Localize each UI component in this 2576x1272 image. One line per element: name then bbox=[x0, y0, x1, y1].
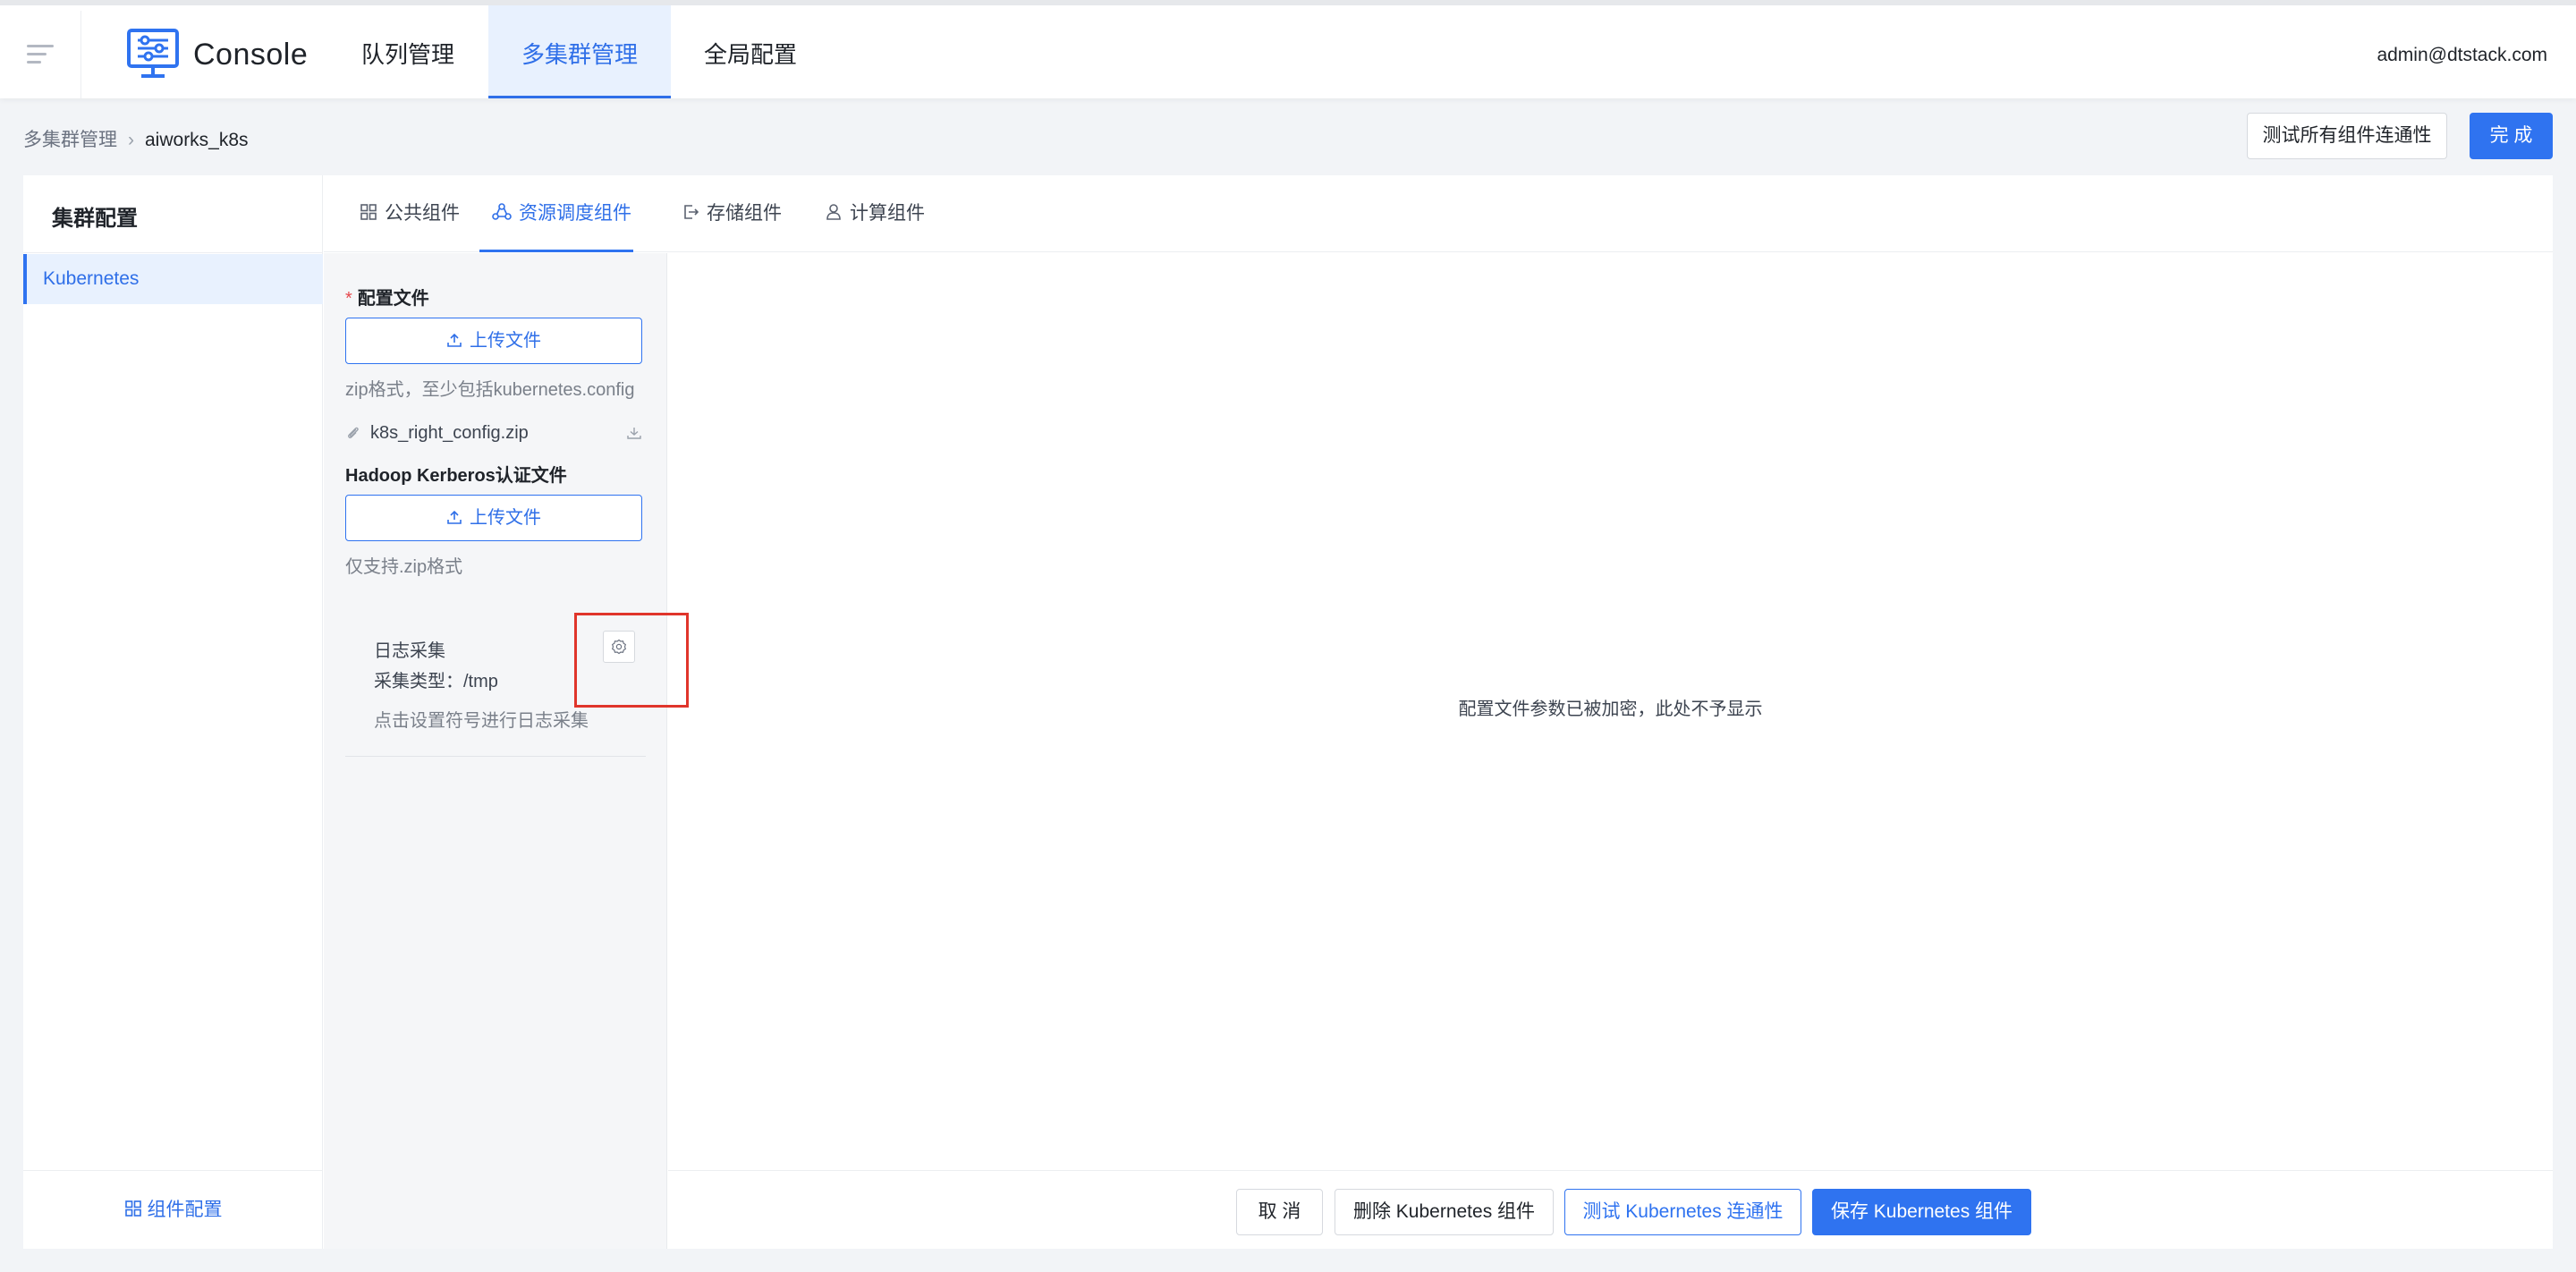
console-logo-icon bbox=[127, 29, 179, 78]
download-icon[interactable] bbox=[626, 425, 642, 441]
tab-label: 资源调度组件 bbox=[519, 203, 631, 224]
upload-kerberos-button[interactable]: 上传文件 bbox=[345, 495, 642, 541]
config-file-label: * 配置文件 bbox=[345, 284, 429, 310]
app-title: Console bbox=[193, 38, 309, 72]
top-header: Console 队列管理 多集群管理 全局配置 admin@dtstack.co… bbox=[0, 0, 2576, 98]
footer-action-bar: 取 消 删除 Kubernetes 组件 测试 Kubernetes 连通性 保… bbox=[668, 1170, 2553, 1249]
log-collection-hint: 点击设置符号进行日志采集 bbox=[374, 711, 589, 731]
tab-storage-components[interactable]: 存储组件 bbox=[682, 175, 782, 252]
upload-config-button[interactable]: 上传文件 bbox=[345, 318, 642, 364]
upload-label: 上传文件 bbox=[470, 508, 541, 528]
config-divider bbox=[345, 756, 646, 757]
main-panel: 集群配置 Kubernetes 组件配置 公共组件 资源调度组件 存储组件 计算… bbox=[23, 175, 2553, 1249]
log-collection-title: 日志采集 bbox=[374, 641, 445, 661]
required-mark: * bbox=[345, 289, 352, 309]
storage-export-icon bbox=[684, 205, 699, 220]
test-all-connectivity-button[interactable]: 测试所有组件连通性 bbox=[2247, 113, 2447, 159]
chevron-right-icon: › bbox=[128, 130, 134, 150]
config-form: * 配置文件 上传文件 zip格式，至少包括kubernetes.config k… bbox=[324, 253, 689, 1249]
sidebar-divider bbox=[23, 252, 323, 253]
encrypted-message: 配置文件参数已被加密，此处不予显示 bbox=[1458, 700, 1763, 719]
uploaded-file-name: k8s_right_config.zip bbox=[370, 423, 529, 443]
tab-resource-scheduling[interactable]: 资源调度组件 bbox=[479, 175, 633, 252]
test-connectivity-button[interactable]: 测试 Kubernetes 连通性 bbox=[1564, 1189, 1801, 1235]
upload-label: 上传文件 bbox=[470, 331, 541, 351]
paperclip-icon bbox=[348, 427, 359, 438]
cluster-icon bbox=[492, 203, 512, 221]
uploaded-file-item[interactable]: k8s_right_config.zip bbox=[345, 421, 642, 448]
nav-tab-multi-cluster[interactable]: 多集群管理 bbox=[488, 5, 671, 98]
component-config-label: 组件配置 bbox=[147, 1200, 223, 1220]
tab-label: 计算组件 bbox=[850, 203, 925, 224]
component-config-button[interactable]: 组件配置 bbox=[23, 1170, 323, 1249]
breadcrumb-item-multi-cluster[interactable]: 多集群管理 bbox=[23, 130, 117, 150]
grid-icon bbox=[124, 1200, 141, 1217]
tab-compute-components[interactable]: 计算组件 bbox=[825, 175, 925, 252]
user-icon bbox=[826, 204, 841, 221]
done-button[interactable]: 完 成 bbox=[2470, 113, 2553, 159]
breadcrumb-item-current: aiworks_k8s bbox=[145, 130, 249, 150]
sidebar-title: 集群配置 bbox=[52, 207, 138, 231]
sidebar-item-kubernetes[interactable]: Kubernetes bbox=[23, 254, 323, 304]
cluster-sidebar: 集群配置 Kubernetes 组件配置 bbox=[23, 175, 323, 1249]
log-collection-type: 采集类型：/tmp bbox=[374, 672, 498, 691]
nav-tab-queue[interactable]: 队列管理 bbox=[340, 5, 476, 98]
menu-toggle-icon[interactable] bbox=[27, 45, 54, 64]
upload-icon bbox=[447, 333, 462, 347]
tab-common-components[interactable]: 公共组件 bbox=[360, 175, 460, 252]
save-component-button[interactable]: 保存 Kubernetes 组件 bbox=[1812, 1189, 2031, 1235]
kerberos-hint: 仅支持.zip格式 bbox=[345, 557, 463, 577]
config-editor-area: 配置文件参数已被加密，此处不予显示 bbox=[668, 253, 2553, 1170]
tab-label: 公共组件 bbox=[385, 203, 460, 224]
nav-tab-global-config[interactable]: 全局配置 bbox=[680, 5, 821, 98]
grid-icon bbox=[360, 204, 377, 221]
breadcrumb: 多集群管理 › aiworks_k8s bbox=[23, 125, 249, 152]
delete-component-button[interactable]: 删除 Kubernetes 组件 bbox=[1335, 1189, 1554, 1235]
upload-icon bbox=[447, 510, 462, 524]
cancel-button[interactable]: 取 消 bbox=[1236, 1189, 1323, 1235]
kerberos-label: Hadoop Kerberos认证文件 bbox=[345, 466, 567, 486]
config-file-hint: zip格式，至少包括kubernetes.config bbox=[345, 380, 635, 400]
user-email[interactable]: admin@dtstack.com bbox=[2377, 45, 2547, 66]
config-file-text: 配置文件 bbox=[357, 289, 429, 309]
tab-label: 存储组件 bbox=[707, 203, 782, 224]
component-tabs: 公共组件 资源调度组件 存储组件 计算组件 bbox=[324, 175, 2553, 252]
header-divider bbox=[80, 11, 81, 98]
